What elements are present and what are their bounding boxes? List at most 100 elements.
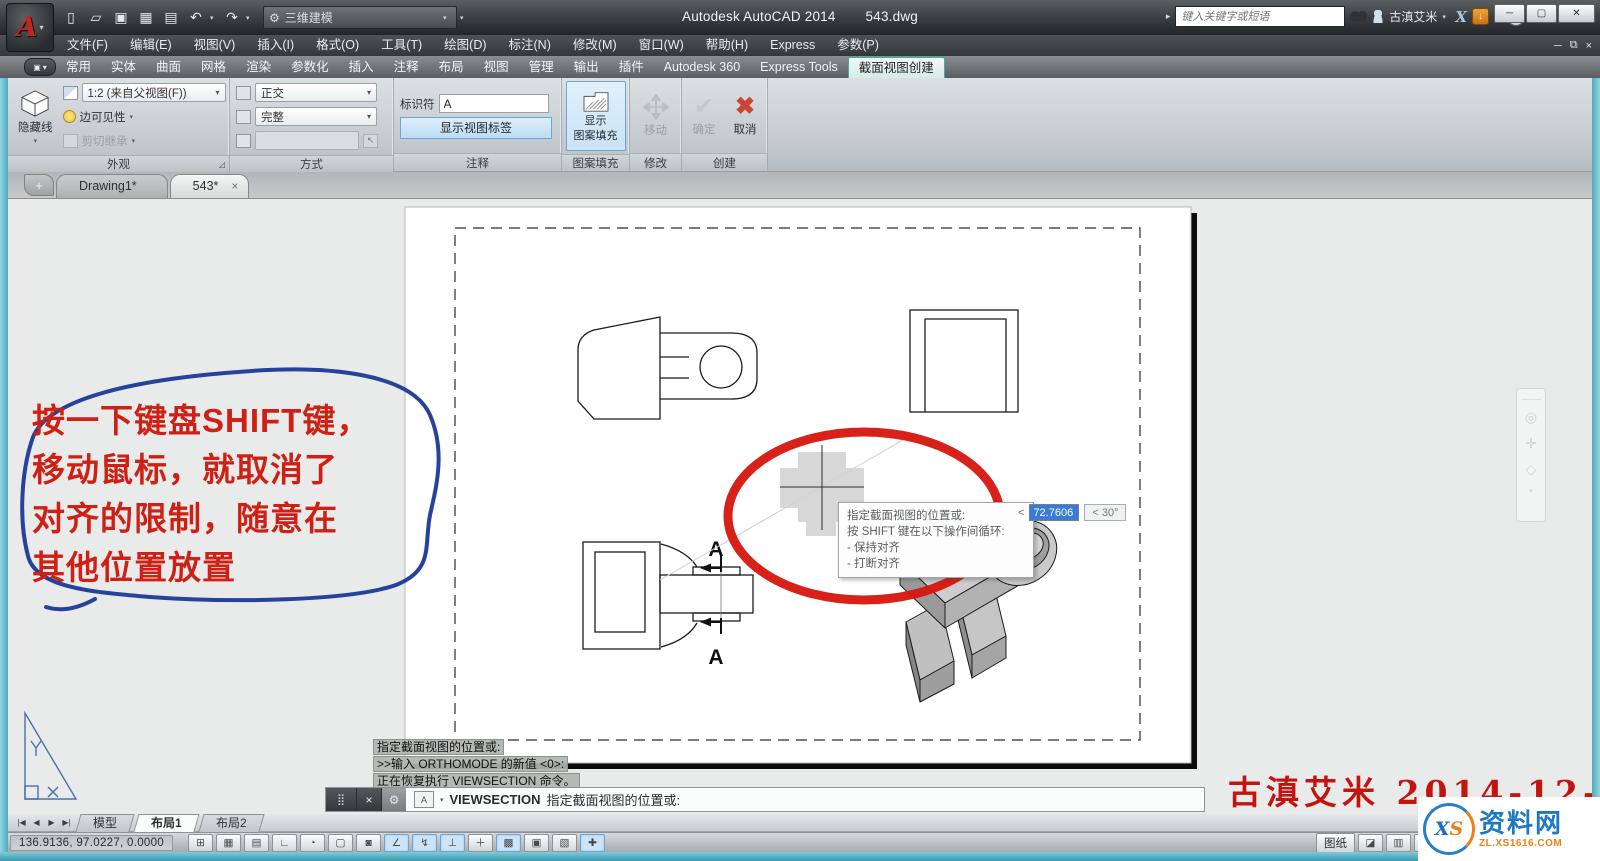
minimize-button[interactable]: ─ <box>1494 4 1525 23</box>
infocenter-collapse-icon[interactable]: ▸ <box>1166 11 1171 22</box>
workspace-switcher[interactable]: ⚙ 三维建模 ▾ <box>263 6 457 29</box>
command-input[interactable]: A ▾ VIEWSECTION 指定截面视图的位置或: <box>406 788 1204 811</box>
scale-dropdown[interactable]: 1:2 (来自父视图(F))▾ <box>82 83 226 102</box>
ribbon-tab[interactable]: 渲染 <box>236 57 281 78</box>
chevron-down-icon[interactable]: ▾ <box>1529 487 1533 495</box>
ribbon-tab[interactable]: 输出 <box>564 57 609 78</box>
open-button[interactable]: ▱ <box>85 7 107 29</box>
menu-item[interactable]: 插入(I) <box>246 35 305 56</box>
panel-launcher-icon[interactable]: ◿ <box>219 160 225 169</box>
osnap-tracking-toggle[interactable]: ↯ <box>412 834 437 852</box>
ribbon-tab[interactable]: 注释 <box>384 57 429 78</box>
search-input[interactable] <box>1175 6 1345 27</box>
ribbon-tab[interactable]: 常用 <box>56 57 101 78</box>
layout-tab[interactable]: 布局1 <box>133 814 199 832</box>
pan-icon[interactable]: ✛ <box>1525 435 1537 452</box>
menu-item[interactable]: 参数(P) <box>826 35 890 56</box>
doc-close-button[interactable]: × <box>1586 40 1592 52</box>
osnap-angle-toggle[interactable]: ∠ <box>384 834 409 852</box>
ribbon-tab[interactable]: 参数化 <box>281 57 339 78</box>
ribbon-tab[interactable]: 插件 <box>609 57 654 78</box>
menu-item[interactable]: 工具(T) <box>370 35 433 56</box>
qat-customize-icon[interactable]: ▾ <box>460 14 468 22</box>
menu-item[interactable]: 绘图(D) <box>433 35 497 56</box>
lineweight-toggle[interactable]: ▩ <box>496 834 521 852</box>
ribbon-tab[interactable]: Autodesk 360 <box>654 57 750 78</box>
prev-layout-icon[interactable]: ◀ <box>29 818 44 827</box>
identifier-input[interactable] <box>439 94 549 113</box>
plot-button[interactable]: ▤ <box>160 7 182 29</box>
layout-tab[interactable]: 模型 <box>75 814 134 832</box>
edge-visibility-button[interactable]: 边可见性 ▾ <box>63 106 226 127</box>
ortho-mode-toggle[interactable]: ∟ <box>272 834 297 852</box>
menu-item[interactable]: 视图(V) <box>183 35 247 56</box>
signed-in-user[interactable]: 古滇艾米 <box>1389 8 1437 25</box>
ribbon-tab[interactable]: 曲面 <box>146 57 191 78</box>
restore-button[interactable]: ▢ <box>1526 4 1557 23</box>
ribbon-tab[interactable]: Express Tools <box>750 57 848 78</box>
close-button[interactable]: ✕ <box>1558 4 1595 23</box>
exchange-apps-icon[interactable]: ↓ <box>1472 8 1489 25</box>
quick-properties-toggle[interactable]: ▧ <box>552 834 577 852</box>
ribbon-tab[interactable]: 网格 <box>191 57 236 78</box>
ribbon-minimize-button[interactable]: ▣▾ <box>24 58 56 76</box>
hidden-lines-button[interactable]: 隐藏线 ▾ <box>14 82 57 151</box>
save-as-button[interactable]: ▦ <box>135 7 157 29</box>
ribbon-tab[interactable]: 截面视图创建 <box>848 57 945 78</box>
menu-item[interactable]: Express <box>759 35 826 56</box>
dynamic-ucs-toggle[interactable]: ⊥ <box>440 834 465 852</box>
command-bar-close-button[interactable]: × <box>356 788 381 811</box>
coordinate-readout[interactable]: 136.9136, 97.0227, 0.0000 <box>10 835 173 851</box>
viewport-icon[interactable]: ◪ <box>1358 834 1383 852</box>
exchange-icon[interactable]: X <box>1455 8 1467 26</box>
object-snap-toggle[interactable]: ▢ <box>328 834 353 852</box>
user-dropdown-icon[interactable]: ▾ <box>1442 13 1450 21</box>
ribbon-tab[interactable]: 视图 <box>474 57 519 78</box>
panel-title-appearance[interactable]: 外观◿ <box>8 155 229 172</box>
selection-cycling-toggle[interactable]: ✚ <box>580 834 605 852</box>
paper-model-toggle[interactable]: 图纸 <box>1316 833 1355 853</box>
transparency-toggle[interactable]: ▣ <box>524 834 549 852</box>
undo-button[interactable]: ↶ <box>185 7 207 29</box>
redo-dropdown-icon[interactable]: ▾ <box>246 14 254 22</box>
ribbon-tab[interactable]: 实体 <box>101 57 146 78</box>
doc-minimize-button[interactable]: ─ <box>1554 40 1562 52</box>
ribbon-tab[interactable]: 插入 <box>339 57 384 78</box>
navbar-handle[interactable] <box>1521 393 1541 400</box>
redo-button[interactable]: ↷ <box>221 7 243 29</box>
application-menu-button[interactable]: A ▾ <box>6 3 54 52</box>
menu-item[interactable]: 标注(N) <box>498 35 562 56</box>
show-hatch-button[interactable]: 显示 图案填充 <box>566 81 626 151</box>
file-tab[interactable]: 543*× <box>170 174 250 198</box>
depth-dropdown[interactable]: 完整▾ <box>255 107 377 126</box>
menu-item[interactable]: 窗口(W) <box>628 35 695 56</box>
menu-item[interactable]: 帮助(H) <box>695 35 759 56</box>
search-icon[interactable] <box>1350 11 1367 22</box>
tab-close-icon[interactable]: × <box>231 175 238 198</box>
dynamic-input-toggle[interactable]: ＋ <box>468 834 493 852</box>
menu-item[interactable]: 文件(F) <box>56 35 119 56</box>
snap-mode-toggle[interactable]: ▦ <box>216 834 241 852</box>
navigation-bar[interactable]: ◎ ✛ ◇ ▾ <box>1516 388 1546 522</box>
dynamic-input-angle[interactable]: < 30° <box>1084 504 1126 521</box>
first-layout-icon[interactable]: |◀ <box>14 818 29 827</box>
file-tab[interactable]: Drawing1*× <box>56 174 168 198</box>
polar-tracking-toggle[interactable]: ◔ <box>300 834 325 852</box>
ribbon-tab[interactable]: 管理 <box>519 57 564 78</box>
new-button[interactable]: ▯ <box>60 7 82 29</box>
last-layout-icon[interactable]: ▶| <box>59 818 74 827</box>
3d-object-snap-toggle[interactable]: ◙ <box>356 834 381 852</box>
ribbon-tab[interactable]: 布局 <box>429 57 474 78</box>
dynamic-input-distance[interactable]: 72.7606 <box>1029 504 1079 521</box>
infer-constraints-toggle[interactable]: ⊞ <box>188 834 213 852</box>
doc-restore-button[interactable]: ⧉ <box>1570 39 1578 52</box>
new-drawing-tab-button[interactable]: + <box>24 174 54 196</box>
menu-item[interactable]: 编辑(E) <box>119 35 183 56</box>
cancel-button[interactable]: ✖ 取消 <box>730 82 761 149</box>
next-layout-icon[interactable]: ▶ <box>44 818 59 827</box>
projection-dropdown[interactable]: 正交▾ <box>255 83 377 102</box>
menu-item[interactable]: 修改(M) <box>562 35 628 56</box>
steering-wheel-icon[interactable]: ◎ <box>1525 409 1537 426</box>
layout-tab[interactable]: 布局2 <box>198 814 264 832</box>
save-button[interactable]: ▣ <box>110 7 132 29</box>
